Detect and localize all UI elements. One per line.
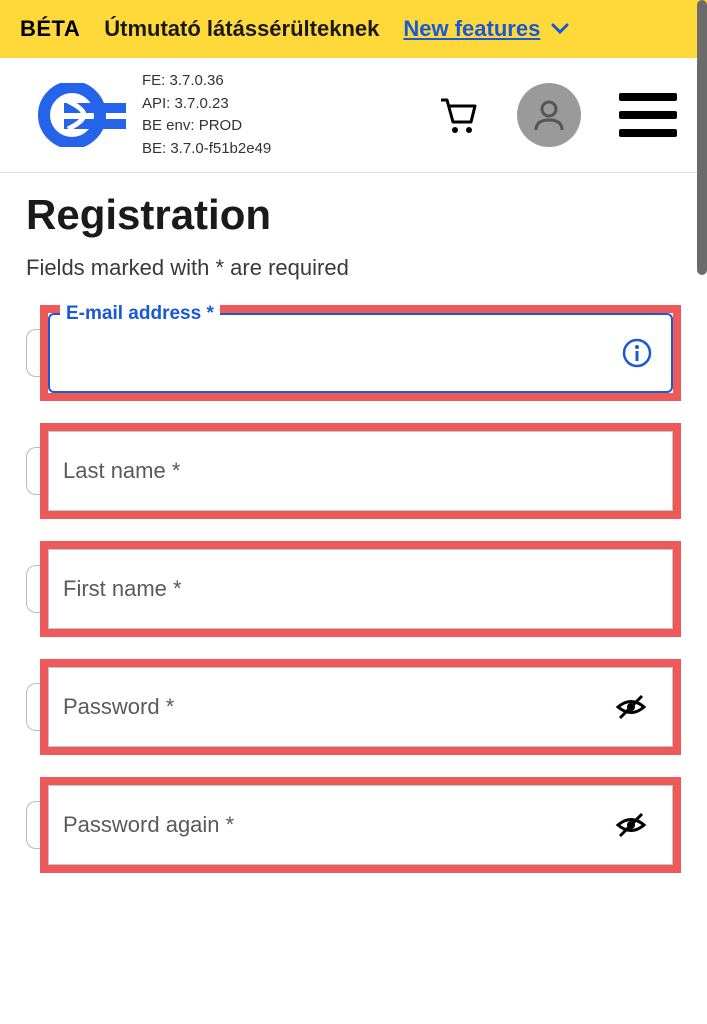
version-be: BE: 3.7.0-f51b2e49 (142, 138, 425, 161)
required-note: Fields marked with * are required (26, 255, 681, 281)
accessibility-guide-link[interactable]: Útmutató látássérülteknek (104, 16, 379, 42)
top-banner: BÉTA Útmutató látássérülteknek New featu… (0, 0, 707, 58)
eye-off-icon[interactable] (614, 808, 648, 842)
password-again-label: Password again * (63, 812, 234, 837)
version-api: API: 3.7.0.23 (142, 93, 425, 116)
beta-badge: BÉTA (20, 16, 80, 42)
user-icon (530, 96, 568, 134)
firstname-field[interactable]: First name * (48, 549, 673, 629)
chevron-down-icon (551, 23, 569, 40)
password-label: Password * (63, 694, 174, 719)
hamburger-bar (619, 93, 677, 101)
hamburger-bar (619, 129, 677, 137)
new-features-link[interactable]: New features (403, 16, 568, 42)
header: FE: 3.7.0.36 API: 3.7.0.23 BE env: PROD … (0, 58, 707, 173)
eye-off-icon[interactable] (614, 690, 648, 724)
password-again-field-highlight: Password again * (40, 777, 681, 873)
mav-logo[interactable] (30, 83, 130, 147)
page-title: Registration (26, 191, 681, 239)
lastname-field-highlight: Last name * (40, 423, 681, 519)
user-avatar-button[interactable] (517, 83, 581, 147)
scrollbar[interactable] (697, 0, 707, 275)
password-again-field[interactable]: Password again * (48, 785, 673, 865)
main-content: Registration Fields marked with * are re… (0, 173, 707, 913)
version-be-env: BE env: PROD (142, 115, 425, 138)
password-field[interactable]: Password * (48, 667, 673, 747)
lastname-field[interactable]: Last name * (48, 431, 673, 511)
menu-button[interactable] (619, 93, 677, 137)
email-field[interactable]: E-mail address * (48, 313, 673, 393)
email-label: E-mail address * (60, 303, 220, 325)
cart-button[interactable] (437, 94, 479, 136)
version-fe: FE: 3.7.0.36 (142, 70, 425, 93)
email-field-highlight: E-mail address * (40, 305, 681, 401)
version-info: FE: 3.7.0.36 API: 3.7.0.23 BE env: PROD … (142, 70, 425, 160)
info-icon[interactable] (621, 337, 653, 369)
lastname-label: Last name * (63, 458, 180, 483)
hamburger-bar (619, 111, 677, 119)
password-field-highlight: Password * (40, 659, 681, 755)
new-features-label: New features (403, 16, 540, 41)
firstname-label: First name * (63, 576, 182, 601)
firstname-field-highlight: First name * (40, 541, 681, 637)
